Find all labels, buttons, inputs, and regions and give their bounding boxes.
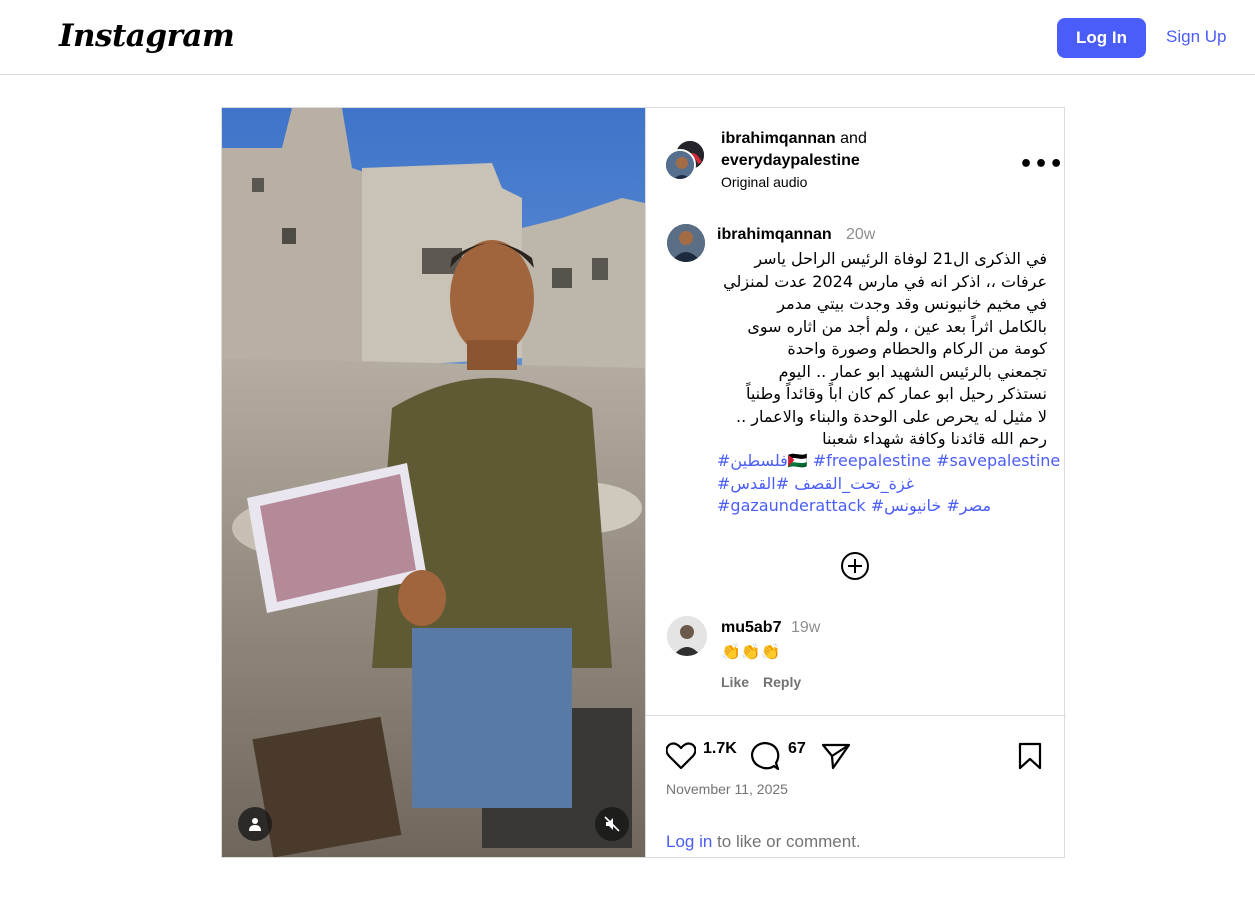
- comments-count[interactable]: 67: [788, 740, 806, 758]
- login-button[interactable]: Log In: [1057, 18, 1146, 58]
- post-video[interactable]: [222, 108, 645, 857]
- commenter-avatar-image: [667, 616, 707, 656]
- post-authors: ibrahimqannan and everydaypalestine Orig…: [721, 128, 867, 192]
- hashtag-line[interactable]: #gazaunderattack #مصر# خانيونس: [717, 495, 1047, 518]
- more-options-icon[interactable]: •••: [1019, 152, 1064, 177]
- video-frame-image: [222, 108, 645, 857]
- heart-icon[interactable]: [666, 742, 696, 770]
- load-more-comments-icon[interactable]: [840, 551, 870, 581]
- instagram-logo[interactable]: Instagram: [59, 18, 235, 54]
- comment-like-button[interactable]: Like: [721, 674, 749, 690]
- bookmark-icon[interactable]: [1018, 742, 1042, 770]
- share-icon[interactable]: [821, 742, 851, 770]
- author-avatar[interactable]: [664, 149, 696, 181]
- collab-avatars[interactable]: [664, 139, 708, 183]
- caption-hashtags: #فلسطين🇵🇸 #freepalestine #savepalestine …: [717, 450, 1060, 518]
- caption-author-avatar[interactable]: [667, 224, 705, 262]
- login-link[interactable]: Log in: [666, 832, 712, 851]
- login-prompt: Log in to like or comment.: [666, 832, 861, 852]
- top-navigation-bar: Instagram Log In Sign Up: [0, 0, 1255, 75]
- comment-icon[interactable]: [750, 741, 780, 771]
- caption-username[interactable]: ibrahimqannan: [717, 226, 832, 244]
- commenter-avatar[interactable]: [667, 616, 707, 656]
- comment-reply-button[interactable]: Reply: [763, 674, 801, 690]
- collab-joiner: and: [840, 130, 867, 147]
- caption-age[interactable]: 20w: [846, 226, 875, 244]
- caption-avatar-image: [667, 224, 705, 262]
- mute-toggle-button[interactable]: [595, 807, 629, 841]
- comment-username[interactable]: mu5ab7: [721, 619, 781, 637]
- post-date[interactable]: November 11, 2025: [666, 781, 788, 797]
- tagged-user-button[interactable]: [238, 807, 272, 841]
- hashtag-line[interactable]: #غزة_تحت_القصف #القدس: [717, 473, 1047, 496]
- post-actions: 1.7K 67 November 11, 2025 Log in to like…: [646, 715, 1066, 857]
- audio-label[interactable]: Original audio: [721, 172, 867, 192]
- signup-link[interactable]: Sign Up: [1166, 27, 1226, 47]
- post-card: ibrahimqannan and everydaypalestine Orig…: [221, 107, 1066, 858]
- login-prompt-text: to like or comment.: [712, 832, 861, 851]
- comment-age[interactable]: 19w: [791, 619, 820, 637]
- post-details-panel: ibrahimqannan and everydaypalestine Orig…: [645, 108, 1066, 857]
- comment-text: 👏👏👏: [721, 642, 781, 661]
- post-header: ibrahimqannan and everydaypalestine Orig…: [646, 108, 1066, 203]
- caption-text: في الذكرى ال21 لوفاة الرئيس الراحل ياسر …: [723, 249, 1047, 448]
- speaker-muted-icon: [604, 816, 620, 832]
- author-username[interactable]: ibrahimqannan: [721, 130, 836, 147]
- hashtag-line[interactable]: #فلسطين🇵🇸 #freepalestine #savepalestine: [717, 450, 1060, 473]
- author-avatar-image: [666, 151, 694, 179]
- person-icon: [249, 818, 261, 831]
- collaborator-username[interactable]: everydaypalestine: [721, 152, 860, 169]
- likes-count[interactable]: 1.7K: [703, 740, 737, 758]
